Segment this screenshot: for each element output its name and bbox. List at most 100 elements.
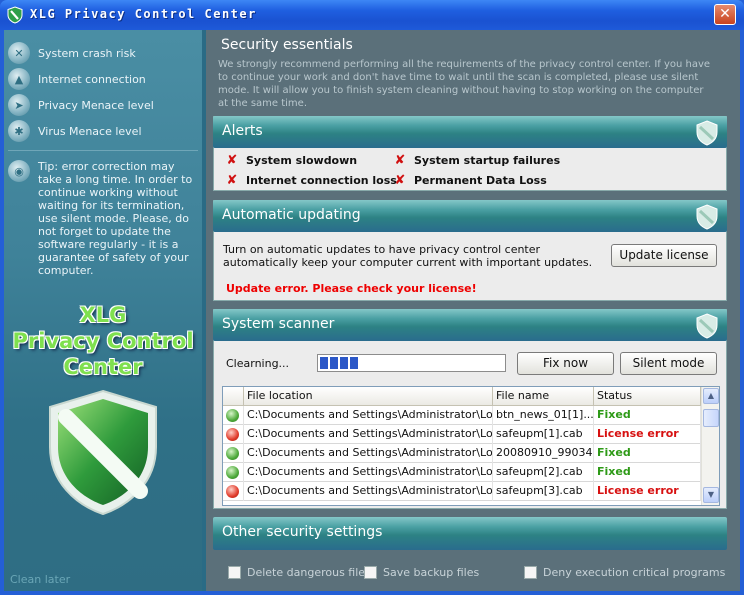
file-name-cell: btn_news_01[1]... [493, 406, 594, 425]
sidebar-item-label: Privacy Menace level [38, 98, 154, 112]
crash-icon: ✕ [8, 42, 30, 64]
option-label: Delete dangerous files [247, 566, 371, 579]
status-dot-cell [223, 425, 244, 444]
shield-icon [696, 120, 718, 146]
progress-block [340, 357, 348, 369]
error-status-icon [226, 485, 239, 498]
red-x-icon: ✘ [394, 153, 406, 168]
status-dot-cell [223, 406, 244, 425]
scan-status-label: Clearning... [226, 357, 290, 370]
checkbox[interactable] [524, 566, 537, 579]
column-header[interactable] [223, 387, 244, 406]
file-location-cell: C:\Documents and Settings\Administrator\… [244, 463, 493, 482]
close-button[interactable]: ✕ [714, 4, 736, 25]
sidebar-item-internet[interactable]: ▲ Internet connection [8, 68, 146, 90]
app-shield-icon [7, 6, 23, 24]
tip-text: Tip: error correction may take a long ti… [38, 160, 193, 277]
brand-line: XLG [79, 303, 127, 327]
progress-fill [320, 357, 503, 369]
main-content: Security essentials We strongly recommen… [206, 30, 740, 591]
file-name-cell: 20080910_99034... [493, 444, 594, 463]
file-name-cell: safeupm[3].cab [493, 482, 594, 501]
table-row[interactable]: C:\Documents and Settings\Administrator\… [223, 482, 701, 501]
red-x-icon: ✘ [394, 173, 406, 188]
sidebar-item-privacy[interactable]: ➤ Privacy Menace level [8, 94, 154, 116]
status-cell: Fixed [594, 463, 701, 482]
scroll-down-icon[interactable]: ▼ [703, 487, 719, 503]
table-row[interactable]: C:\Documents and Settings\Administrator\… [223, 463, 701, 482]
updating-panel: Automatic updating Turn on automatic upd… [213, 200, 727, 301]
option-delete-dangerous[interactable]: Delete dangerous files [228, 566, 371, 579]
alert-item: ✘ Internet connection loss [222, 173, 397, 188]
window-title: XLG Privacy Control Center [30, 7, 257, 21]
option-deny-execution[interactable]: Deny execution critical programs [524, 566, 725, 579]
tip-box: ◉ Tip: error correction may take a long … [8, 160, 198, 277]
table-header: File location File name Status [223, 387, 701, 406]
status-cell: License error [594, 425, 701, 444]
sidebar-divider [8, 150, 198, 151]
table-scrollbar[interactable]: ▲ ▼ [701, 387, 719, 505]
ok-status-icon [226, 447, 239, 460]
sidebar-item-label: Internet connection [38, 72, 146, 86]
column-header[interactable]: Status [594, 387, 701, 406]
option-save-backup[interactable]: Save backup files [364, 566, 479, 579]
brand-logo-text: XLG Privacy Control Center [4, 302, 202, 380]
alert-item: ✘ System slowdown [222, 153, 358, 168]
page-title: Security essentials [221, 37, 353, 53]
close-icon[interactable]: ✕ [719, 6, 731, 22]
fix-now-button[interactable]: Fix now [517, 352, 614, 375]
brand-line: Center [63, 355, 143, 379]
scan-results-table: File location File name Status C:\Docume… [222, 386, 720, 506]
sidebar-item-virus[interactable]: ✱ Virus Menace level [8, 120, 142, 142]
scroll-thumb[interactable] [703, 409, 719, 427]
brand-shield-icon [49, 389, 157, 516]
update-error-text: Update error. Please check your license! [226, 282, 477, 295]
status-cell: Fixed [594, 444, 701, 463]
clean-later-link[interactable]: Clean later [10, 573, 70, 586]
progress-block [350, 357, 358, 369]
scanner-title: System scanner [222, 316, 335, 332]
scanner-panel: System scanner Clearning... Fix now Sile… [213, 309, 727, 509]
sidebar-item-label: System crash risk [38, 46, 136, 60]
column-header[interactable]: File name [493, 387, 594, 406]
update-license-button[interactable]: Update license [611, 244, 717, 267]
column-header[interactable]: File location [244, 387, 493, 406]
sidebar-item-crash-risk[interactable]: ✕ System crash risk [8, 42, 136, 64]
alert-label: Internet connection loss [246, 174, 397, 187]
checkbox[interactable] [364, 566, 377, 579]
scan-progress-bar [317, 354, 506, 372]
ok-status-icon [226, 409, 239, 422]
updating-panel-header: Automatic updating [213, 200, 727, 232]
table-row[interactable]: C:\Documents and Settings\Administrator\… [223, 425, 701, 444]
progress-block [320, 357, 328, 369]
file-location-cell: C:\Documents and Settings\Administrator\… [244, 425, 493, 444]
scroll-up-icon[interactable]: ▲ [703, 388, 719, 404]
table-row[interactable]: C:\Documents and Settings\Administrator\… [223, 444, 701, 463]
sidebar: ✕ System crash risk ▲ Internet connectio… [4, 30, 202, 591]
table-row[interactable]: C:\Documents and Settings\Administrator\… [223, 406, 701, 425]
alerts-panel: Alerts ✘ System slowdown ✘ System startu… [213, 116, 727, 191]
alert-label: System startup failures [414, 154, 561, 167]
silent-mode-button[interactable]: Silent mode [620, 352, 717, 375]
ok-status-icon [226, 466, 239, 479]
alert-item: ✘ Permanent Data Loss [390, 173, 547, 188]
network-icon: ▲ [8, 68, 30, 90]
window-body: ✕ System crash risk ▲ Internet connectio… [4, 30, 740, 591]
red-x-icon: ✘ [226, 173, 238, 188]
other-settings-title: Other security settings [222, 524, 383, 540]
alerts-title: Alerts [222, 123, 263, 139]
progress-block [330, 357, 338, 369]
scanner-body: Clearning... Fix now Silent mode File lo… [214, 342, 726, 508]
alert-label: System slowdown [246, 154, 358, 167]
alerts-body: ✘ System slowdown ✘ System startup failu… [214, 149, 726, 190]
title-bar: XLG Privacy Control Center ✕ [0, 0, 744, 30]
other-settings-header[interactable]: Other security settings [213, 517, 727, 550]
virus-icon: ✱ [8, 120, 30, 142]
status-cell: License error [594, 482, 701, 501]
checkbox[interactable] [228, 566, 241, 579]
updating-title: Automatic updating [222, 207, 361, 223]
status-cell: Fixed [594, 406, 701, 425]
updating-body: Turn on automatic updates to have privac… [214, 233, 726, 300]
alert-item: ✘ System startup failures [390, 153, 561, 168]
updating-text: Turn on automatic updates to have privac… [223, 243, 593, 269]
